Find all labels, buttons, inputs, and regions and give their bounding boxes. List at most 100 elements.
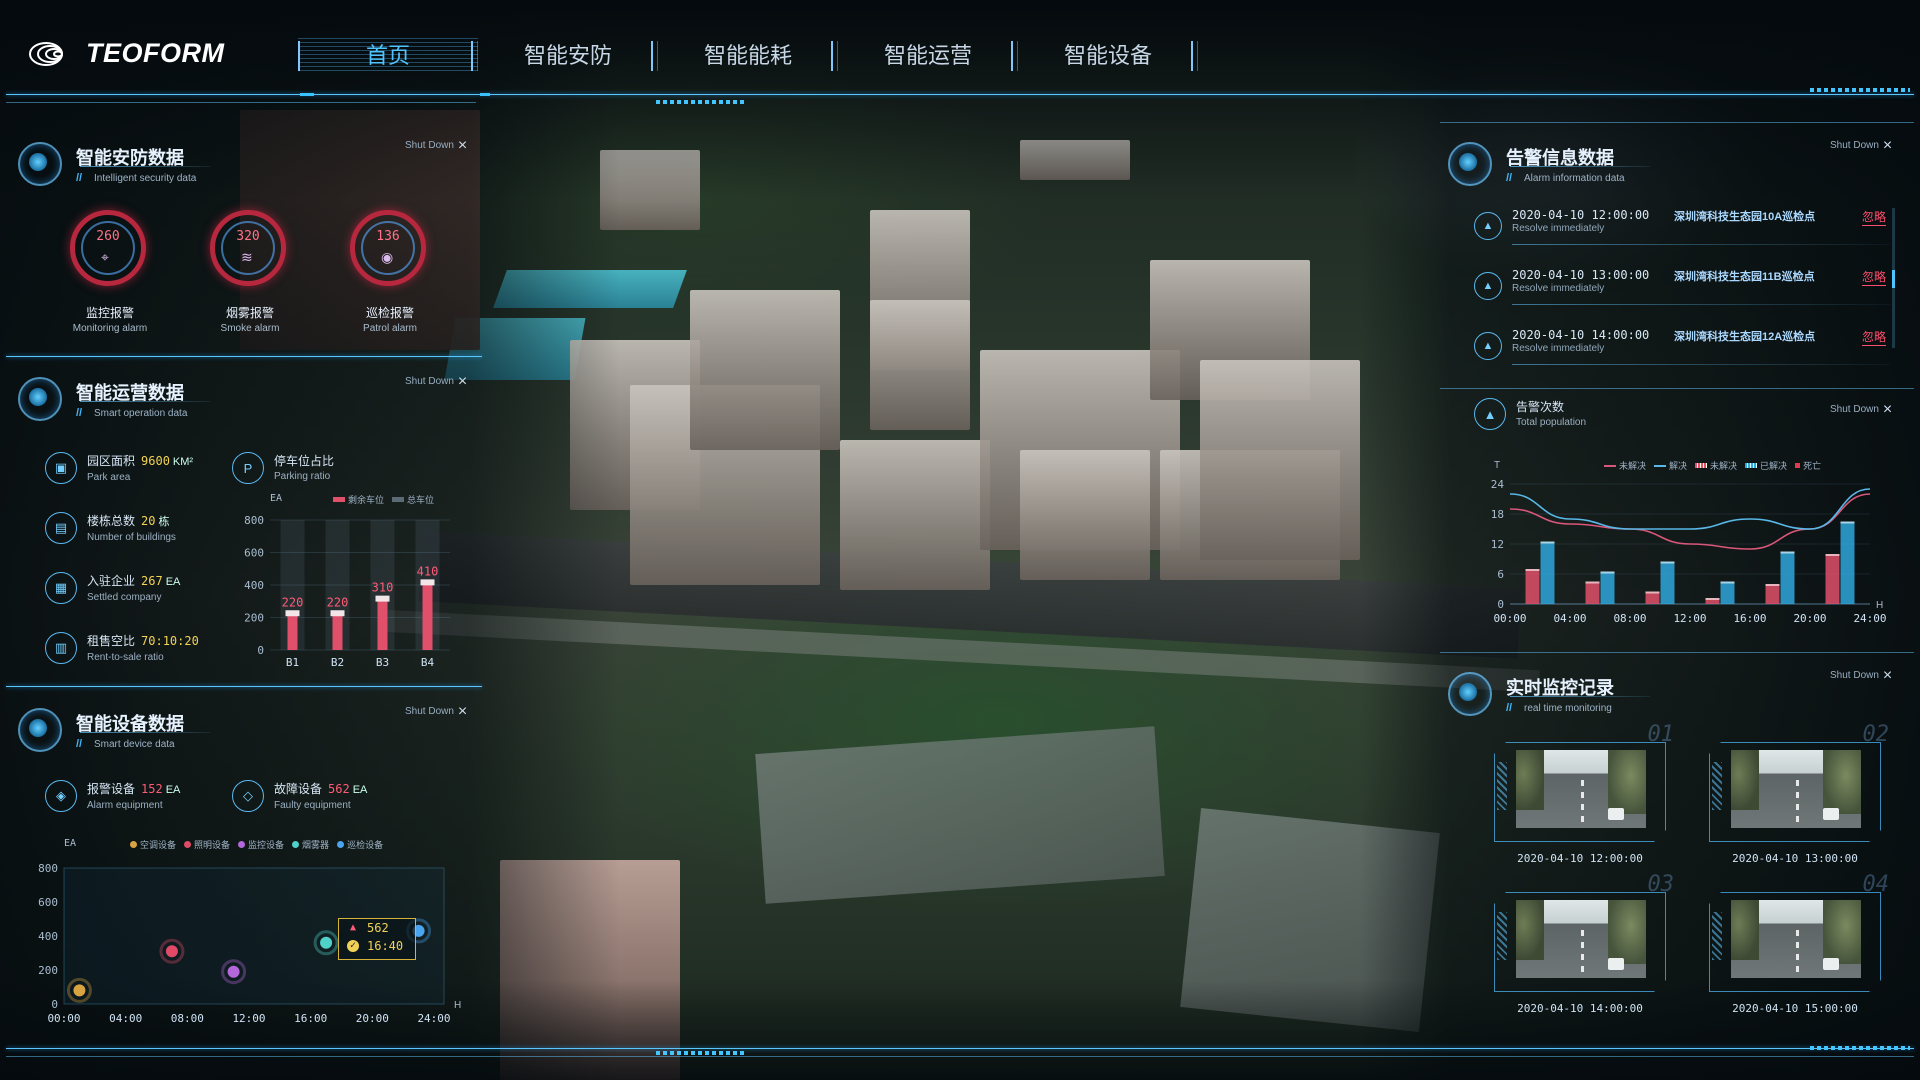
monitoring-panel-icon (1448, 672, 1492, 716)
monitoring-subtitle: real time monitoring (1506, 702, 1614, 714)
alarm-bar (1600, 571, 1615, 604)
parking-bar-chart: 0 200 400 600 800 220 B1 220 B2 310 B3 410 B4 (244, 514, 450, 669)
monitoring-alarm-ring[interactable]: 260 ⌖ (70, 210, 146, 286)
nav-energy[interactable]: 智能能耗 (658, 38, 838, 74)
stat-rent-ratio[interactable]: ▥ 租售空比 70:10:20 Rent-to-sale ratio (45, 632, 199, 664)
legend-swatch (184, 841, 192, 848)
alarm-subtext: Resolve immediately (1512, 343, 1605, 354)
device-tooltip: ▲ 562 ✓ 16:40 (338, 918, 416, 960)
alarm-bar (1525, 569, 1540, 604)
bar-cap (1525, 569, 1540, 571)
x-tick-label: 04:00 (109, 1012, 142, 1025)
alarm-info-panel-header: 告警信息数据 Alarm information data (1448, 142, 1625, 186)
camera-timestamp: 2020-04-10 12:00:00 (1517, 852, 1643, 865)
stat-park-area[interactable]: ▣ 园区面积 9600 KM² Park area (45, 452, 193, 484)
stat-value: 20 (141, 514, 156, 528)
stat-label-en: Alarm equipment (87, 800, 163, 811)
nav-security[interactable]: 智能安防 (478, 38, 658, 74)
accent-tick (480, 93, 490, 96)
snapshot-tree (1731, 750, 1759, 810)
alarm-count-shut-down-button[interactable]: Shut Down × (1830, 401, 1892, 417)
snapshot-tree (1823, 900, 1861, 964)
nav-device[interactable]: 智能设备 (1018, 38, 1198, 74)
nav-home[interactable]: 首页 (298, 38, 478, 74)
bar-cap (420, 579, 435, 586)
stat-faulty-equipment[interactable]: ◇ 故障设备 562 EA Faulty equipment (232, 780, 367, 812)
bar-cap (375, 595, 390, 602)
alarm-bell-icon: ▲ (1474, 212, 1502, 240)
close-icon: × (1882, 666, 1893, 684)
tooltip-time: 16:40 (367, 939, 404, 953)
patrol-alarm-ring[interactable]: 136 ◉ (350, 210, 426, 286)
smoke-alarm-ring[interactable]: 320 ≋ (210, 210, 286, 286)
alarm-divider (1512, 364, 1890, 365)
ratio-icon: ▥ (45, 632, 77, 664)
scrollbar-thumb[interactable] (1892, 270, 1895, 288)
legend-swatch (392, 497, 405, 502)
nav-operation[interactable]: 智能运营 (838, 38, 1018, 74)
device-shut-down-button[interactable]: Shut Down × (405, 702, 468, 720)
alarm-subtext: Resolve immediately (1512, 283, 1605, 294)
x-tick-label: 00:00 (1493, 612, 1526, 625)
camera-feed-02[interactable]: 02 2020-04-10 13:00:00 (1709, 722, 1889, 865)
main-nav: 首页 智能安防 智能能耗 智能运营 智能设备 (298, 38, 1198, 74)
accent-dashes (656, 1051, 746, 1055)
alarm-location: 深圳湾科技生态园11B巡检点 (1674, 271, 1815, 283)
alarm-count-chart: T 0 6 12 18 24 00:00 04:00 08:00 12:00 16:00 20:00 2… (1491, 460, 1887, 625)
ring-label-en: Monitoring alarm (72, 323, 148, 334)
shut-down-label: Shut Down (405, 140, 454, 151)
camera-feed-01[interactable]: 01 2020-04-10 12:00:00 (1494, 722, 1674, 865)
y-tick-label: 600 (244, 547, 264, 560)
stat-alarm-equipment[interactable]: ◈ 报警设备 152 EA Alarm equipment (45, 780, 180, 812)
legend-label: 空调设备 (140, 840, 177, 850)
parking-bar (377, 599, 388, 650)
legend-label: 巡检设备 (347, 840, 384, 850)
panel-title-line (80, 401, 210, 402)
ignore-button[interactable]: 忽略 (1861, 328, 1886, 346)
ignore-button[interactable]: 忽略 (1861, 208, 1886, 226)
check-icon: ✓ (347, 940, 359, 952)
alarm-bell-icon: ▲ (1474, 332, 1502, 360)
camera-feed-03[interactable]: 03 2020-04-10 14:00:00 (1494, 872, 1674, 1015)
x-tick-label: 16:00 (294, 1012, 327, 1025)
alarm-bar (1840, 521, 1855, 604)
snapshot-car (1608, 958, 1624, 970)
alarm-list-scrollbar[interactable] (1892, 208, 1895, 348)
smoke-alarm-value: 320 (236, 229, 260, 244)
camera-frame-hatch (1712, 912, 1722, 960)
alarm-bar (1780, 551, 1795, 604)
stat-parking-ratio[interactable]: P 停车位占比 Parking ratio (232, 452, 334, 484)
alarm-count-header: ▲ 告警次数 Total population (1474, 398, 1586, 430)
parking-icon: P (232, 452, 264, 484)
stat-value: 562 (328, 782, 350, 796)
legend-label: 照明设备 (194, 840, 231, 850)
alarm-info-shut-down-button[interactable]: Shut Down × (1830, 137, 1892, 153)
camera-feed-04[interactable]: 04 2020-04-10 15:00:00 (1709, 872, 1889, 1015)
accent-dashes (1810, 88, 1910, 92)
legend-swatch (292, 841, 300, 848)
panel-title-line (1510, 166, 1650, 167)
stat-settled-company[interactable]: ▦ 入驻企业 267 EA Settled company (45, 572, 180, 604)
snapshot-tree (1823, 750, 1861, 814)
camera-timestamp: 2020-04-10 13:00:00 (1732, 852, 1858, 865)
ring-label-cn: 监控报警 (85, 306, 134, 320)
close-icon: × (457, 702, 468, 720)
shut-down-label: Shut Down (405, 376, 454, 387)
tooltip-row: ▲ 562 (339, 919, 415, 937)
security-shut-down-button[interactable]: Shut Down × (405, 137, 467, 153)
stat-label: 楼栋总数 (87, 514, 136, 528)
brand-logo[interactable]: TEOFORM (28, 38, 225, 69)
stat-label-en: Settled company (87, 592, 162, 603)
operation-shut-down-button[interactable]: Shut Down × (405, 373, 467, 389)
device-panel-icon (18, 708, 62, 752)
legend-label: 剩余车位 (348, 495, 385, 505)
legend-item: 总车位 (392, 493, 434, 506)
ignore-button[interactable]: 忽略 (1861, 268, 1886, 286)
legend-item: 照明设备 (184, 838, 230, 851)
x-axis-unit: H (1876, 600, 1883, 611)
stat-building-count[interactable]: ▤ 楼栋总数 20 栋 Number of buildings (45, 512, 176, 544)
bar-cap (1705, 598, 1720, 600)
operation-panel-subtitle: Smart operation data (76, 407, 187, 419)
monitoring-shut-down-button[interactable]: Shut Down × (1830, 666, 1893, 684)
alarm-time: 2020-04-10 14:00:00 (1512, 328, 1650, 342)
